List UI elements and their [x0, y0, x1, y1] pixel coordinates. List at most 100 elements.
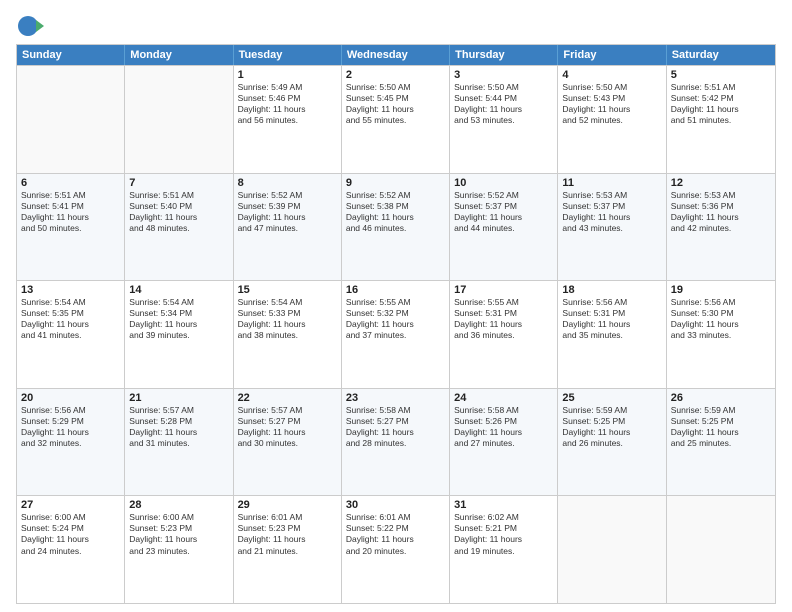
calendar-cell: 20Sunrise: 5:56 AM Sunset: 5:29 PM Dayli…	[17, 389, 125, 496]
day-number: 21	[129, 392, 228, 404]
day-info: Sunrise: 5:52 AM Sunset: 5:38 PM Dayligh…	[346, 190, 445, 234]
calendar-cell: 7Sunrise: 5:51 AM Sunset: 5:40 PM Daylig…	[125, 174, 233, 281]
day-number: 5	[671, 69, 771, 81]
calendar-cell: 23Sunrise: 5:58 AM Sunset: 5:27 PM Dayli…	[342, 389, 450, 496]
day-info: Sunrise: 5:55 AM Sunset: 5:32 PM Dayligh…	[346, 297, 445, 341]
day-number: 11	[562, 177, 661, 189]
calendar-cell: 31Sunrise: 6:02 AM Sunset: 5:21 PM Dayli…	[450, 496, 558, 603]
day-number: 17	[454, 284, 553, 296]
calendar-cell: 2Sunrise: 5:50 AM Sunset: 5:45 PM Daylig…	[342, 66, 450, 173]
calendar-row: 1Sunrise: 5:49 AM Sunset: 5:46 PM Daylig…	[17, 65, 775, 173]
calendar-cell: 16Sunrise: 5:55 AM Sunset: 5:32 PM Dayli…	[342, 281, 450, 388]
calendar-cell: 4Sunrise: 5:50 AM Sunset: 5:43 PM Daylig…	[558, 66, 666, 173]
calendar-cell: 12Sunrise: 5:53 AM Sunset: 5:36 PM Dayli…	[667, 174, 775, 281]
calendar-cell	[558, 496, 666, 603]
day-info: Sunrise: 5:53 AM Sunset: 5:37 PM Dayligh…	[562, 190, 661, 234]
day-number: 18	[562, 284, 661, 296]
day-info: Sunrise: 5:52 AM Sunset: 5:37 PM Dayligh…	[454, 190, 553, 234]
calendar-cell: 13Sunrise: 5:54 AM Sunset: 5:35 PM Dayli…	[17, 281, 125, 388]
calendar-cell: 25Sunrise: 5:59 AM Sunset: 5:25 PM Dayli…	[558, 389, 666, 496]
calendar-cell	[17, 66, 125, 173]
day-info: Sunrise: 5:59 AM Sunset: 5:25 PM Dayligh…	[562, 405, 661, 449]
day-number: 15	[238, 284, 337, 296]
day-info: Sunrise: 5:56 AM Sunset: 5:29 PM Dayligh…	[21, 405, 120, 449]
day-number: 31	[454, 499, 553, 511]
day-number: 23	[346, 392, 445, 404]
day-number: 7	[129, 177, 228, 189]
calendar-body: 1Sunrise: 5:49 AM Sunset: 5:46 PM Daylig…	[17, 65, 775, 603]
header-day-thursday: Thursday	[450, 45, 558, 65]
day-info: Sunrise: 5:55 AM Sunset: 5:31 PM Dayligh…	[454, 297, 553, 341]
day-number: 26	[671, 392, 771, 404]
calendar: SundayMondayTuesdayWednesdayThursdayFrid…	[16, 44, 776, 604]
day-info: Sunrise: 5:50 AM Sunset: 5:45 PM Dayligh…	[346, 82, 445, 126]
day-number: 6	[21, 177, 120, 189]
calendar-cell: 30Sunrise: 6:01 AM Sunset: 5:22 PM Dayli…	[342, 496, 450, 603]
calendar-cell: 8Sunrise: 5:52 AM Sunset: 5:39 PM Daylig…	[234, 174, 342, 281]
day-number: 28	[129, 499, 228, 511]
header-day-monday: Monday	[125, 45, 233, 65]
day-number: 20	[21, 392, 120, 404]
calendar-row: 20Sunrise: 5:56 AM Sunset: 5:29 PM Dayli…	[17, 388, 775, 496]
day-number: 3	[454, 69, 553, 81]
day-number: 12	[671, 177, 771, 189]
header-day-friday: Friday	[558, 45, 666, 65]
calendar-cell: 6Sunrise: 5:51 AM Sunset: 5:41 PM Daylig…	[17, 174, 125, 281]
day-number: 25	[562, 392, 661, 404]
calendar-cell: 17Sunrise: 5:55 AM Sunset: 5:31 PM Dayli…	[450, 281, 558, 388]
calendar-row: 13Sunrise: 5:54 AM Sunset: 5:35 PM Dayli…	[17, 280, 775, 388]
day-info: Sunrise: 5:56 AM Sunset: 5:31 PM Dayligh…	[562, 297, 661, 341]
calendar-cell: 28Sunrise: 6:00 AM Sunset: 5:23 PM Dayli…	[125, 496, 233, 603]
day-info: Sunrise: 5:57 AM Sunset: 5:27 PM Dayligh…	[238, 405, 337, 449]
day-number: 19	[671, 284, 771, 296]
calendar-cell: 10Sunrise: 5:52 AM Sunset: 5:37 PM Dayli…	[450, 174, 558, 281]
header-day-saturday: Saturday	[667, 45, 775, 65]
day-info: Sunrise: 5:54 AM Sunset: 5:33 PM Dayligh…	[238, 297, 337, 341]
day-info: Sunrise: 6:01 AM Sunset: 5:22 PM Dayligh…	[346, 512, 445, 556]
calendar-header: SundayMondayTuesdayWednesdayThursdayFrid…	[17, 45, 775, 65]
header	[16, 12, 776, 40]
logo-icon	[16, 12, 44, 40]
day-info: Sunrise: 5:57 AM Sunset: 5:28 PM Dayligh…	[129, 405, 228, 449]
calendar-cell: 1Sunrise: 5:49 AM Sunset: 5:46 PM Daylig…	[234, 66, 342, 173]
calendar-cell: 3Sunrise: 5:50 AM Sunset: 5:44 PM Daylig…	[450, 66, 558, 173]
day-number: 10	[454, 177, 553, 189]
calendar-cell: 14Sunrise: 5:54 AM Sunset: 5:34 PM Dayli…	[125, 281, 233, 388]
day-number: 13	[21, 284, 120, 296]
day-number: 2	[346, 69, 445, 81]
header-day-wednesday: Wednesday	[342, 45, 450, 65]
header-day-tuesday: Tuesday	[234, 45, 342, 65]
day-info: Sunrise: 6:00 AM Sunset: 5:23 PM Dayligh…	[129, 512, 228, 556]
calendar-cell	[125, 66, 233, 173]
header-day-sunday: Sunday	[17, 45, 125, 65]
day-info: Sunrise: 5:58 AM Sunset: 5:26 PM Dayligh…	[454, 405, 553, 449]
day-number: 16	[346, 284, 445, 296]
day-number: 29	[238, 499, 337, 511]
day-info: Sunrise: 5:54 AM Sunset: 5:34 PM Dayligh…	[129, 297, 228, 341]
calendar-cell: 18Sunrise: 5:56 AM Sunset: 5:31 PM Dayli…	[558, 281, 666, 388]
calendar-cell: 9Sunrise: 5:52 AM Sunset: 5:38 PM Daylig…	[342, 174, 450, 281]
calendar-row: 6Sunrise: 5:51 AM Sunset: 5:41 PM Daylig…	[17, 173, 775, 281]
day-info: Sunrise: 5:56 AM Sunset: 5:30 PM Dayligh…	[671, 297, 771, 341]
calendar-row: 27Sunrise: 6:00 AM Sunset: 5:24 PM Dayli…	[17, 495, 775, 603]
day-number: 27	[21, 499, 120, 511]
day-number: 24	[454, 392, 553, 404]
day-info: Sunrise: 5:50 AM Sunset: 5:43 PM Dayligh…	[562, 82, 661, 126]
day-info: Sunrise: 5:51 AM Sunset: 5:42 PM Dayligh…	[671, 82, 771, 126]
day-info: Sunrise: 5:51 AM Sunset: 5:40 PM Dayligh…	[129, 190, 228, 234]
day-number: 14	[129, 284, 228, 296]
calendar-cell: 29Sunrise: 6:01 AM Sunset: 5:23 PM Dayli…	[234, 496, 342, 603]
logo	[16, 12, 48, 40]
day-info: Sunrise: 5:49 AM Sunset: 5:46 PM Dayligh…	[238, 82, 337, 126]
day-number: 1	[238, 69, 337, 81]
calendar-cell: 21Sunrise: 5:57 AM Sunset: 5:28 PM Dayli…	[125, 389, 233, 496]
calendar-cell: 26Sunrise: 5:59 AM Sunset: 5:25 PM Dayli…	[667, 389, 775, 496]
day-info: Sunrise: 5:59 AM Sunset: 5:25 PM Dayligh…	[671, 405, 771, 449]
day-number: 22	[238, 392, 337, 404]
day-info: Sunrise: 5:51 AM Sunset: 5:41 PM Dayligh…	[21, 190, 120, 234]
calendar-cell: 15Sunrise: 5:54 AM Sunset: 5:33 PM Dayli…	[234, 281, 342, 388]
day-info: Sunrise: 5:53 AM Sunset: 5:36 PM Dayligh…	[671, 190, 771, 234]
day-number: 4	[562, 69, 661, 81]
day-info: Sunrise: 5:58 AM Sunset: 5:27 PM Dayligh…	[346, 405, 445, 449]
day-info: Sunrise: 6:00 AM Sunset: 5:24 PM Dayligh…	[21, 512, 120, 556]
